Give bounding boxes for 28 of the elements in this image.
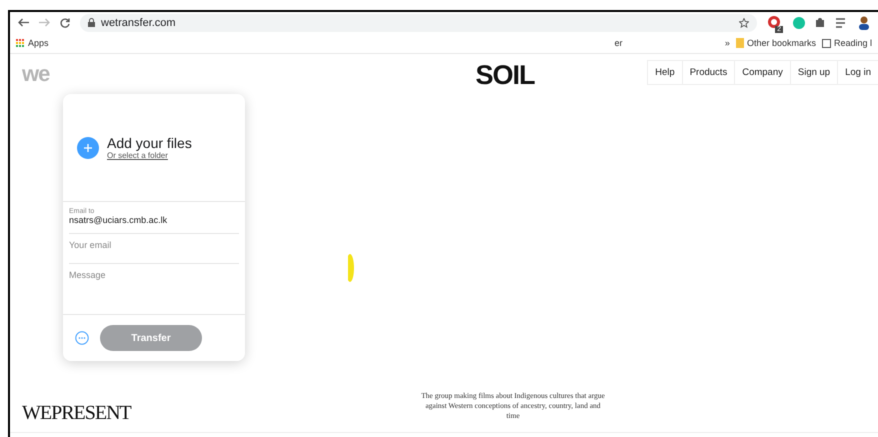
address-bar[interactable]: wetransfer.com: [80, 14, 757, 32]
other-bookmarks-folder[interactable]: Other bookmarks: [736, 38, 816, 48]
grid-icon: [16, 38, 25, 48]
nav-link[interactable]: Company: [734, 61, 790, 84]
reading-list[interactable]: Reading l: [822, 38, 872, 48]
bookmarks-overflow[interactable]: »: [724, 38, 730, 48]
reading-list-icon: [822, 38, 831, 48]
add-files-title: Add your files: [107, 135, 192, 151]
brand-logo[interactable]: WEPRESENT: [22, 402, 272, 425]
nav-link[interactable]: Sign up: [790, 61, 838, 84]
headline: SOIL: [475, 60, 534, 91]
folder-icon: [736, 38, 744, 48]
nav-link[interactable]: Products: [682, 61, 734, 84]
reload-icon[interactable]: [60, 18, 70, 28]
email-to-field[interactable]: nsatrs@uciars.cmb.ac.lk: [69, 215, 239, 225]
apps-shortcut[interactable]: Apps: [16, 38, 49, 48]
profile-avatar[interactable]: [858, 16, 870, 30]
lock-icon: [88, 18, 95, 27]
select-folder-link[interactable]: Or select a folder: [107, 151, 192, 160]
add-icon[interactable]: [77, 136, 99, 158]
nav-link[interactable]: Log in: [837, 61, 878, 84]
nav-link[interactable]: Help: [647, 61, 682, 84]
back-icon[interactable]: [18, 18, 29, 27]
url-text: wetransfer.com: [101, 16, 176, 28]
star-icon[interactable]: [739, 18, 749, 28]
more-options-icon[interactable]: [75, 331, 89, 345]
bookmark[interactable]: er: [614, 38, 623, 48]
playlist-icon[interactable]: [836, 18, 848, 28]
